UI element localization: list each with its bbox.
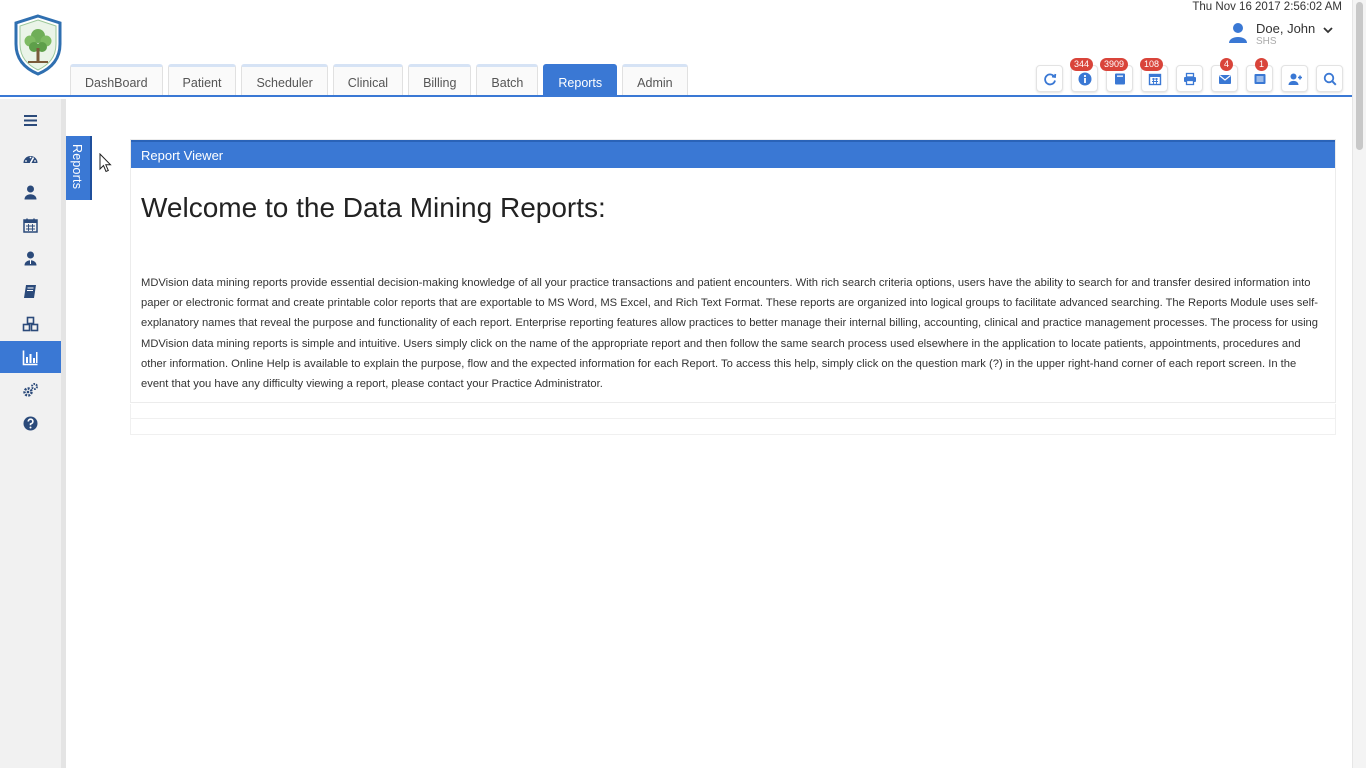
dashboard-icon xyxy=(23,155,38,163)
menu-icon xyxy=(24,114,37,126)
chevron-down-icon[interactable] xyxy=(1322,24,1334,36)
reports-side-tab[interactable]: Reports xyxy=(66,136,92,200)
mail-badge: 4 xyxy=(1219,58,1233,71)
info-icon xyxy=(1078,72,1091,85)
sidebar-item-scheduler[interactable] xyxy=(0,209,61,241)
sidebar-item-help[interactable] xyxy=(0,407,61,439)
user-menu[interactable]: Doe, John SHS xyxy=(1228,20,1338,50)
tab-clinical[interactable]: Clinical xyxy=(332,64,404,95)
sidebar-item-reports[interactable] xyxy=(0,341,61,373)
help-icon xyxy=(23,416,38,430)
tab-admin[interactable]: Admin xyxy=(622,64,688,95)
tab-batch[interactable]: Batch xyxy=(476,64,539,95)
report-viewer-panel: Report Viewer Welcome to the Data Mining… xyxy=(130,139,1336,403)
list-icon xyxy=(1254,73,1265,84)
user-avatar-icon xyxy=(1229,23,1247,43)
patient-icon xyxy=(24,185,37,199)
reports-chart-icon xyxy=(22,350,38,365)
book-badge: 3909 xyxy=(1099,58,1128,71)
page-scrollbar[interactable] xyxy=(1352,0,1366,768)
main-tabs: DashBoard Patient Scheduler Clinical Bil… xyxy=(70,64,693,97)
app-header: Thu Nov 16 2017 2:56:02 AM Doe, John SHS… xyxy=(0,0,1366,97)
mail-icon xyxy=(1218,74,1231,84)
mail-button[interactable]: 4 xyxy=(1211,58,1238,92)
sidebar-item-dashboard[interactable] xyxy=(0,143,61,175)
datetime: Thu Nov 16 2017 2:56:02 AM xyxy=(1192,1,1342,13)
sidebar-item-patient[interactable] xyxy=(0,176,61,208)
calendar-badge: 108 xyxy=(1139,58,1163,71)
footer-divider xyxy=(131,418,1335,419)
report-viewer-header: Report Viewer xyxy=(131,140,1335,168)
report-viewer-footer xyxy=(130,404,1336,435)
list-button[interactable]: 1 xyxy=(1246,58,1273,92)
search-button[interactable] xyxy=(1316,65,1343,92)
calendar-icon xyxy=(23,218,38,233)
user-org: SHS xyxy=(1256,36,1277,47)
tab-billing[interactable]: Billing xyxy=(408,64,472,95)
left-sidebar xyxy=(0,99,61,768)
clinical-user-icon xyxy=(24,251,37,265)
calendar-icon xyxy=(1148,73,1161,85)
tab-dashboard[interactable]: DashBoard xyxy=(70,64,163,95)
add-user-button[interactable] xyxy=(1281,65,1308,92)
report-description: MDVision data mining reports provide ess… xyxy=(141,277,1318,391)
search-icon xyxy=(1323,72,1337,86)
sidebar-item-clinical[interactable] xyxy=(0,242,61,274)
sidebar-item-billing[interactable] xyxy=(0,275,61,307)
billing-book-icon xyxy=(24,284,36,298)
tree-shield-logo xyxy=(14,14,62,76)
add-user-icon xyxy=(1288,73,1302,85)
mouse-cursor-icon xyxy=(99,153,112,173)
scrollbar-thumb[interactable] xyxy=(1356,2,1363,150)
sidebar-item-admin[interactable] xyxy=(0,374,61,406)
user-name: Doe, John xyxy=(1256,21,1316,36)
print-button[interactable] xyxy=(1176,65,1203,92)
refresh-button[interactable] xyxy=(1036,65,1063,92)
header-toolbar: 344 3909 108 4 1 xyxy=(1036,58,1351,92)
sidebar-item-batch[interactable] xyxy=(0,308,61,340)
book-button[interactable]: 3909 xyxy=(1099,58,1133,92)
tab-reports[interactable]: Reports xyxy=(543,64,618,97)
info-button[interactable]: 344 xyxy=(1069,58,1098,92)
menu-toggle-button[interactable] xyxy=(0,104,61,136)
print-icon xyxy=(1183,72,1196,85)
batch-cubes-icon xyxy=(22,316,39,331)
page-title: Welcome to the Data Mining Reports: xyxy=(141,192,606,223)
refresh-icon xyxy=(1043,73,1056,85)
book-icon xyxy=(1114,73,1125,84)
reports-side-tab-label: Reports xyxy=(70,144,84,190)
calendar-button[interactable]: 108 xyxy=(1139,58,1168,92)
tab-patient[interactable]: Patient xyxy=(167,64,237,95)
tab-scheduler[interactable]: Scheduler xyxy=(241,64,328,95)
info-badge: 344 xyxy=(1069,58,1093,71)
admin-gears-icon xyxy=(23,382,38,397)
list-badge: 1 xyxy=(1254,58,1268,71)
